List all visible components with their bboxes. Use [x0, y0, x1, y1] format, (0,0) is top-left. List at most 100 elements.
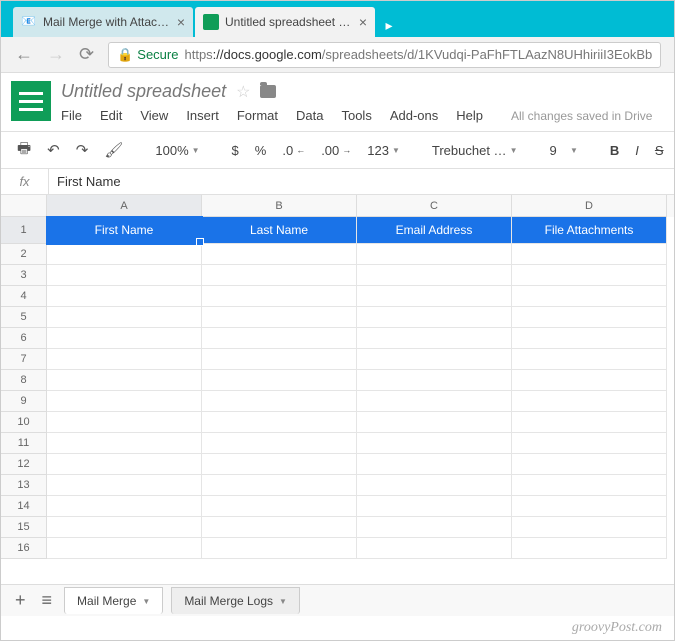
cell[interactable] — [357, 412, 512, 433]
bold-button[interactable]: B — [604, 139, 625, 162]
chevron-down-icon[interactable]: ▼ — [279, 597, 287, 606]
cell[interactable] — [512, 265, 667, 286]
cell[interactable] — [512, 349, 667, 370]
percent-button[interactable]: % — [249, 139, 273, 162]
browser-tab-1[interactable]: Untitled spreadsheet - G × — [195, 7, 375, 37]
sheet-tab-0[interactable]: Mail Merge ▼ — [64, 587, 163, 614]
cell[interactable]: Email Address — [357, 217, 512, 244]
increase-decimal-button[interactable]: .00→ — [315, 139, 357, 162]
cell[interactable] — [202, 307, 357, 328]
row-header[interactable]: 3 — [1, 265, 47, 286]
cell[interactable] — [357, 433, 512, 454]
row-header[interactable]: 9 — [1, 391, 47, 412]
cell[interactable] — [512, 475, 667, 496]
row-header[interactable]: 8 — [1, 370, 47, 391]
cell[interactable] — [357, 475, 512, 496]
cell[interactable] — [47, 517, 202, 538]
cell[interactable] — [47, 538, 202, 559]
col-header-b[interactable]: B — [202, 195, 357, 217]
strikethrough-button[interactable]: S — [649, 139, 670, 162]
cell[interactable] — [47, 370, 202, 391]
cell[interactable] — [512, 538, 667, 559]
cell[interactable] — [202, 286, 357, 307]
cell[interactable] — [202, 454, 357, 475]
row-header[interactable]: 10 — [1, 412, 47, 433]
cell[interactable] — [202, 433, 357, 454]
menu-addons[interactable]: Add-ons — [390, 108, 438, 123]
cell[interactable] — [202, 265, 357, 286]
cell[interactable] — [512, 454, 667, 475]
menu-insert[interactable]: Insert — [186, 108, 219, 123]
row-header[interactable]: 7 — [1, 349, 47, 370]
cell[interactable] — [47, 412, 202, 433]
row-header[interactable]: 5 — [1, 307, 47, 328]
cell[interactable] — [202, 517, 357, 538]
cell[interactable] — [357, 244, 512, 265]
row-header[interactable]: 14 — [1, 496, 47, 517]
row-header[interactable]: 15 — [1, 517, 47, 538]
menu-view[interactable]: View — [140, 108, 168, 123]
sheet-tab-1[interactable]: Mail Merge Logs ▼ — [171, 587, 300, 614]
cell[interactable] — [202, 244, 357, 265]
cell[interactable] — [47, 496, 202, 517]
cell[interactable] — [357, 538, 512, 559]
cell[interactable] — [47, 454, 202, 475]
close-icon[interactable]: × — [359, 14, 367, 30]
cell[interactable] — [47, 475, 202, 496]
new-tab-button[interactable]: ▸ — [377, 13, 401, 37]
row-header[interactable]: 1 — [1, 217, 47, 244]
cell[interactable] — [512, 517, 667, 538]
cell[interactable] — [202, 475, 357, 496]
cell[interactable] — [47, 328, 202, 349]
undo-icon[interactable]: ↶ — [41, 137, 66, 163]
cell[interactable] — [512, 412, 667, 433]
cell[interactable] — [512, 244, 667, 265]
cell[interactable] — [512, 391, 667, 412]
url-input[interactable]: 🔒 Secure https://docs.google.com/spreads… — [108, 42, 661, 68]
row-header[interactable]: 4 — [1, 286, 47, 307]
browser-tab-0[interactable]: 📧 Mail Merge with Attachm × — [13, 7, 193, 37]
italic-button[interactable]: I — [629, 139, 645, 162]
font-dropdown[interactable]: Trebuchet … ▼ — [426, 139, 524, 162]
cell[interactable]: File Attachments — [512, 217, 667, 244]
row-header[interactable]: 11 — [1, 433, 47, 454]
zoom-dropdown[interactable]: 100% ▼ — [149, 139, 205, 162]
cell[interactable] — [512, 286, 667, 307]
cell[interactable] — [202, 370, 357, 391]
cell[interactable] — [202, 391, 357, 412]
cell[interactable] — [357, 517, 512, 538]
row-header[interactable]: 6 — [1, 328, 47, 349]
paint-format-icon[interactable]: 🖌 — [98, 137, 129, 163]
row-header[interactable]: 13 — [1, 475, 47, 496]
row-header[interactable]: 2 — [1, 244, 47, 265]
close-icon[interactable]: × — [177, 14, 185, 30]
document-title[interactable]: Untitled spreadsheet — [61, 81, 226, 102]
print-icon[interactable]: 🖶 — [11, 134, 37, 167]
cell[interactable] — [202, 496, 357, 517]
cell[interactable] — [357, 265, 512, 286]
menu-file[interactable]: File — [61, 108, 82, 123]
menu-format[interactable]: Format — [237, 108, 278, 123]
cell[interactable] — [357, 349, 512, 370]
sheets-logo-icon[interactable] — [11, 81, 51, 121]
cell[interactable] — [202, 412, 357, 433]
chevron-down-icon[interactable]: ▼ — [142, 597, 150, 606]
cell[interactable] — [357, 391, 512, 412]
cell[interactable] — [47, 433, 202, 454]
cell[interactable] — [357, 496, 512, 517]
cell[interactable] — [512, 496, 667, 517]
number-format-dropdown[interactable]: 123 ▼ — [361, 139, 406, 162]
cell[interactable] — [512, 370, 667, 391]
decrease-decimal-button[interactable]: .0← — [276, 139, 311, 162]
folder-icon[interactable] — [260, 85, 276, 98]
cell[interactable] — [512, 433, 667, 454]
select-all-corner[interactable] — [1, 195, 47, 217]
cell[interactable] — [357, 370, 512, 391]
col-header-d[interactable]: D — [512, 195, 667, 217]
cell[interactable] — [47, 349, 202, 370]
cell[interactable] — [512, 328, 667, 349]
all-sheets-button[interactable]: ≡ — [38, 590, 57, 611]
cell[interactable] — [357, 328, 512, 349]
forward-icon[interactable]: → — [47, 44, 65, 65]
cell[interactable] — [357, 307, 512, 328]
